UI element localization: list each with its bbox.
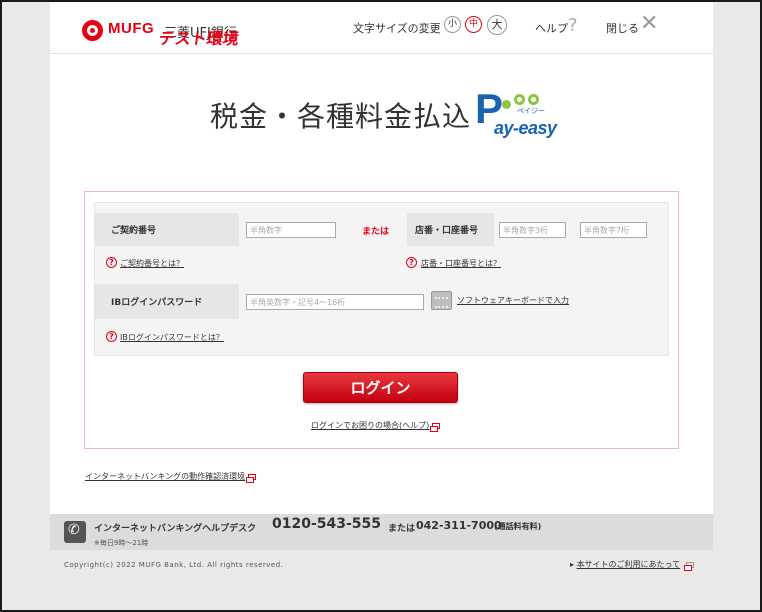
footer: Copyright(c) 2022 MUFG Bank, Ltd. All ri… [50,550,713,610]
external-window-icon [246,473,257,483]
contract-number-input[interactable] [246,222,336,238]
header: MUFG 三菱UFJ銀行 テスト環境 文字サイズの変更 小 中 大 ヘルプ ? … [50,2,713,54]
test-environment-label: テスト環境 [157,29,241,48]
external-window-icon [430,422,441,432]
branch-help-question-icon[interactable]: ? [406,257,417,268]
help-link[interactable]: ヘルプ [535,20,568,36]
external-window-icon [683,561,694,571]
close-link[interactable]: 閉じる [606,20,639,36]
mufg-logo-mark-icon [82,20,103,41]
payeasy-text: ay-easy [494,118,557,138]
branch-account-help-link[interactable]: 店番・口座番号とは？ [421,258,501,269]
login-form-panel: ご契約番号 または 店番・口座番号 ? ご契約番号とは？ ? 店番・口座番号とは… [94,202,669,356]
contract-number-help-link[interactable]: ご契約番号とは？ [120,258,184,269]
password-help-question-icon[interactable]: ? [106,331,117,342]
text-size-label: 文字サイズの変更 [353,22,441,35]
terms-link-text: 本サイトのご利用にあたって [576,560,681,569]
text-size-small-button[interactable]: 小 [444,16,461,33]
environment-link[interactable]: インターネットバンキングの動作確認済環境 [85,471,257,483]
contract-help-question-icon[interactable]: ? [106,257,117,268]
page: MUFG 三菱UFJ銀行 テスト環境 文字サイズの変更 小 中 大 ヘルプ ? … [50,2,713,610]
helpdesk-band: インターネットバンキングヘルプデスク 0120-543-555 または 042-… [50,514,713,550]
helpdesk-tel-sub: 042-311-7000 [416,519,502,532]
software-keyboard-icon[interactable] [431,291,452,310]
terms-arrow-icon: ▸ [570,560,575,569]
account-number-input[interactable] [580,222,647,238]
or-label: または [362,227,390,237]
close-icon[interactable]: ✕ [640,13,658,35]
helpdesk-tel-note: (通話料有料) [494,522,542,531]
payeasy-dot-icon [514,94,525,105]
login-box: ご契約番号 または 店番・口座番号 ? ご契約番号とは？ ? 店番・口座番号とは… [84,191,679,449]
logo-text: MUFG [108,20,155,37]
help-question-icon[interactable]: ? [568,15,578,36]
helpdesk-hours: ※毎日9時～21時 [94,539,149,547]
login-button[interactable]: ログイン [303,372,458,403]
login-help-link[interactable]: ログインでお困りの場合(ヘルプ) [311,420,441,432]
environment-link-text: インターネットバンキングの動作確認済環境 [85,472,246,481]
password-help-link[interactable]: IBログインパスワードとは？ [120,332,224,343]
page-title: 税金・各種料金払込 [210,100,472,133]
payeasy-logo: P ペイジー ay-easy [474,86,564,146]
payeasy-sub: ペイジー [517,107,545,115]
software-keyboard-link[interactable]: ソフトウェアキーボードで入力 [457,295,569,306]
password-label: IBログインパスワード [95,284,239,319]
contract-number-label: ご契約番号 [95,213,239,246]
text-size-large-button[interactable]: 大 [487,15,507,35]
password-input[interactable] [246,294,424,310]
login-help-text: ログインでお困りの場合(ヘルプ) [311,421,430,430]
phone-icon [64,521,86,543]
payeasy-dot-icon [528,94,539,105]
helpdesk-tel-main: 0120-543-555 [272,516,382,532]
helpdesk-label: インターネットバンキングヘルプデスク [94,524,257,534]
payeasy-dot-icon [502,100,511,109]
branch-account-label: 店番・口座番号 [407,213,494,246]
text-size-medium-button[interactable]: 中 [465,16,482,33]
helpdesk-tel-or: または [388,524,416,534]
terms-link[interactable]: ▸ 本サイトのご利用にあたって [570,559,694,571]
branch-number-input[interactable] [499,222,566,238]
copyright: Copyright(c) 2022 MUFG Bank, Ltd. All ri… [64,561,284,569]
